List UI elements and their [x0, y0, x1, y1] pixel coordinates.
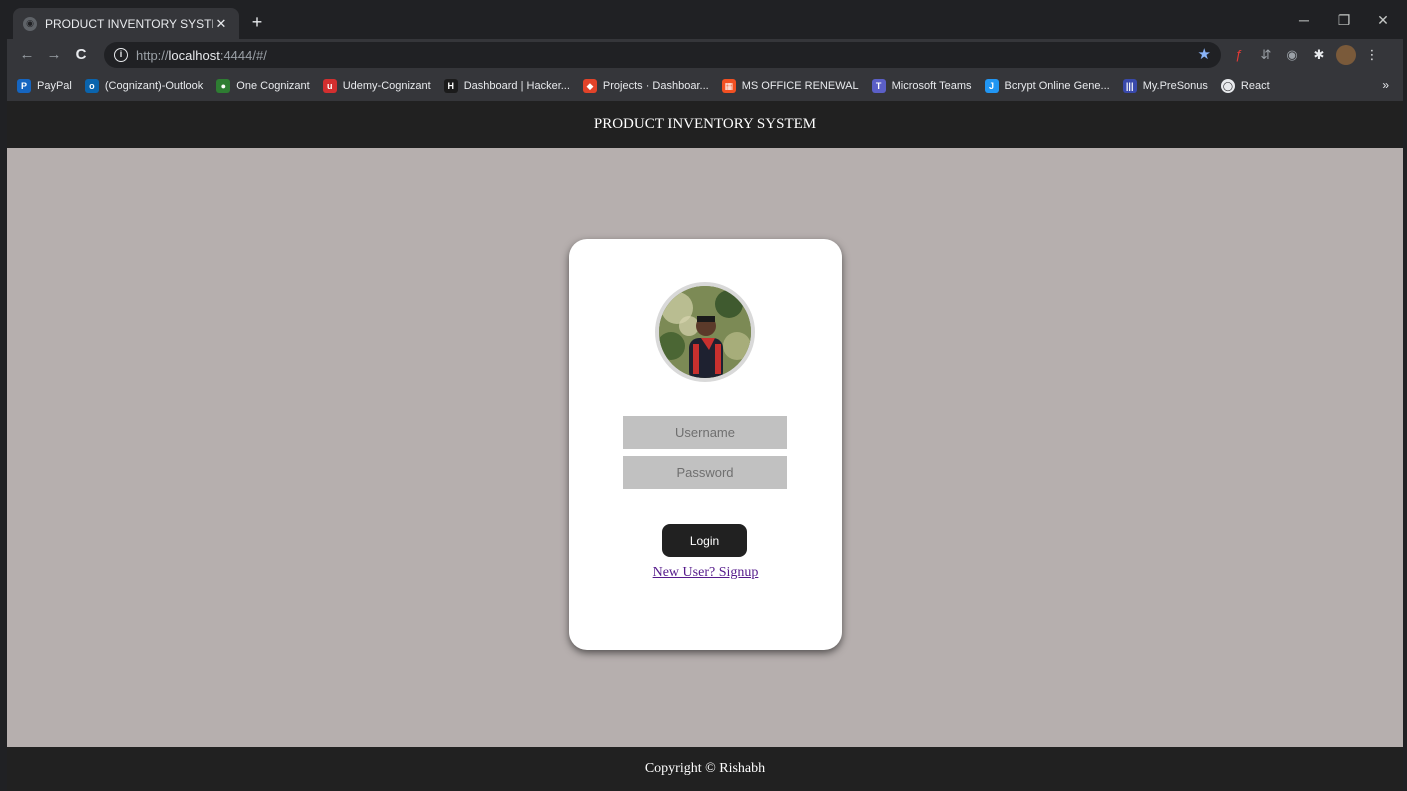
bookmark-label: React: [1240, 80, 1270, 92]
url-text: http://localhost:4444/#/: [136, 47, 267, 63]
bookmark-item[interactable]: T Microsoft Teams: [871, 79, 972, 93]
bookmark-favicon-icon: ●: [216, 79, 231, 93]
bookmark-item[interactable]: u Udemy-Cognizant: [322, 79, 431, 93]
tab-title: PRODUCT INVENTORY SYSTEM: [45, 16, 213, 31]
login-button[interactable]: Login: [662, 524, 747, 557]
browser-window: ◉ PRODUCT INVENTORY SYSTEM ✕ + ─ ❐ ✕ ← →…: [7, 0, 1403, 791]
bookmark-favicon-icon: H: [443, 79, 458, 93]
minimize-icon[interactable]: ─: [1284, 8, 1324, 32]
browser-toolbar: ← → C i http://localhost:4444/#/ ★ ƒ ⇵ ◉…: [7, 39, 1403, 71]
bookmark-item[interactable]: J Bcrypt Online Gene...: [984, 79, 1110, 93]
login-card: Login New User? Signup: [569, 239, 842, 650]
bookmark-favicon-icon: u: [322, 79, 337, 93]
menu-dots-icon[interactable]: ⋮: [1362, 45, 1382, 65]
bookmark-label: (Cognizant)-Outlook: [104, 80, 204, 92]
bookmark-favicon-icon: T: [871, 79, 886, 93]
bookmark-label: Microsoft Teams: [891, 80, 972, 92]
app-header: PRODUCT INVENTORY SYSTEM: [7, 101, 1403, 148]
browser-tab[interactable]: ◉ PRODUCT INVENTORY SYSTEM ✕: [13, 8, 239, 39]
signup-link[interactable]: New User? Signup: [569, 565, 842, 581]
bookmark-item[interactable]: P PayPal: [17, 79, 72, 93]
bookmark-favicon-icon: J: [984, 79, 999, 93]
restore-icon[interactable]: ❐: [1324, 8, 1364, 32]
globe-icon: ◉: [23, 16, 37, 31]
close-tab-icon[interactable]: ✕: [213, 16, 229, 32]
reload-icon[interactable]: C: [69, 43, 93, 67]
bookmark-item[interactable]: o (Cognizant)-Outlook: [84, 79, 204, 93]
bookmarks-overflow-icon[interactable]: »: [1382, 78, 1389, 92]
bookmark-favicon-icon: ▦: [721, 79, 736, 93]
dropbox-extension-icon[interactable]: ⇵: [1256, 45, 1276, 65]
profile-avatar-icon[interactable]: [1336, 45, 1356, 65]
app-title: PRODUCT INVENTORY SYSTEM: [593, 116, 817, 132]
bookmark-favicon-icon: o: [84, 79, 99, 93]
tab-strip: ◉ PRODUCT INVENTORY SYSTEM ✕ + ─ ❐ ✕: [7, 0, 1403, 39]
bookmark-item[interactable]: H Dashboard | Hacker...: [443, 79, 570, 93]
address-bar[interactable]: i http://localhost:4444/#/ ★: [104, 42, 1221, 68]
bookmark-item[interactable]: ◆ Projects · Dashboar...: [582, 79, 709, 93]
page-content: PRODUCT INVENTORY SYSTEM Username Login …: [7, 101, 1403, 791]
bookmark-label: Dashboard | Hacker...: [463, 80, 570, 92]
bookmark-favicon-icon: ◆: [582, 79, 597, 93]
bookmark-favicon-icon: P: [17, 79, 31, 93]
extensions-puzzle-icon[interactable]: ✱: [1309, 45, 1329, 65]
close-window-icon[interactable]: ✕: [1363, 8, 1403, 32]
username-input[interactable]: [623, 416, 787, 449]
new-tab-button[interactable]: +: [247, 12, 267, 32]
bookmark-label: MS OFFICE RENEWAL: [741, 80, 859, 92]
copyright-text: Copyright © Rishabh: [644, 761, 766, 776]
bookmark-label: My.PreSonus: [1142, 80, 1208, 92]
back-icon[interactable]: ←: [15, 43, 39, 67]
bookmark-favicon-icon: ◯: [1220, 79, 1235, 93]
bookmark-item[interactable]: ◯ React: [1220, 79, 1270, 93]
app-footer: Copyright © Rishabh: [7, 747, 1403, 791]
bookmark-label: Udemy-Cognizant: [342, 80, 431, 92]
flash-extension-icon[interactable]: ƒ: [1229, 45, 1249, 65]
avatar-photo-icon: [659, 286, 751, 378]
bookmark-label: Projects · Dashboar...: [602, 80, 709, 92]
bookmark-star-icon[interactable]: ★: [1198, 45, 1211, 63]
bookmark-label: One Cognizant: [236, 80, 310, 92]
bookmark-favicon-icon: |||: [1122, 79, 1137, 93]
bookmark-item[interactable]: ● One Cognizant: [216, 79, 310, 93]
info-icon[interactable]: i: [114, 48, 128, 62]
bookmark-label: Bcrypt Online Gene...: [1004, 80, 1110, 92]
record-extension-icon[interactable]: ◉: [1282, 45, 1302, 65]
bookmark-item[interactable]: ▦ MS OFFICE RENEWAL: [721, 79, 859, 93]
bookmarks-bar: P PayPal o (Cognizant)-Outlook ● One Cognizan…: [7, 71, 1403, 101]
user-avatar: [655, 282, 755, 382]
bookmark-label: PayPal: [37, 80, 72, 92]
bookmark-item[interactable]: ||| My.PreSonus: [1122, 79, 1208, 93]
forward-icon[interactable]: →: [42, 43, 66, 67]
password-input[interactable]: [623, 456, 787, 489]
